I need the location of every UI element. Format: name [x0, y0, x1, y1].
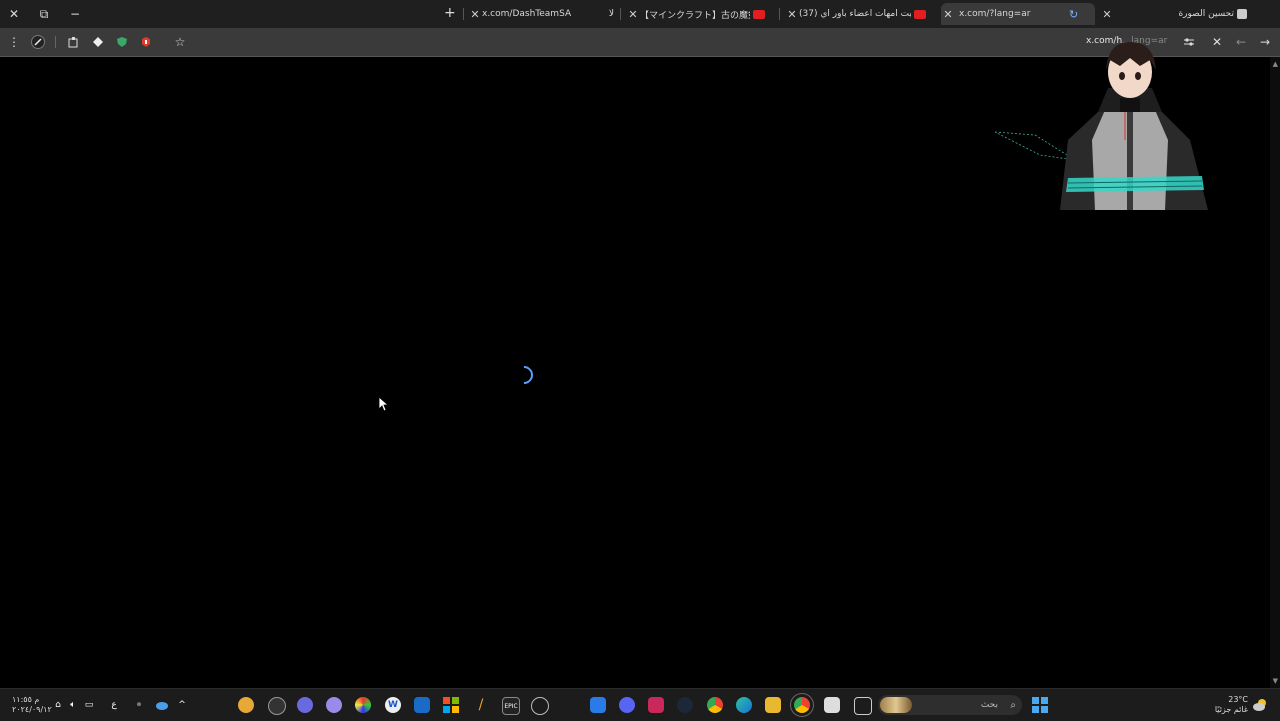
youtube-icon [914, 9, 926, 19]
extensions-icon[interactable] [66, 34, 82, 50]
epic-games-icon[interactable]: EPIC [502, 697, 520, 715]
obs-icon[interactable] [268, 697, 286, 715]
tab-label: x.com/?lang=ar [959, 9, 1031, 19]
onedrive-icon[interactable] [153, 697, 169, 713]
volume-icon[interactable]: 🔈︎ [65, 697, 81, 713]
page-scrollbar[interactable] [1270, 57, 1280, 688]
weather-widget[interactable]: 23°C غائم جزئيًا [1212, 695, 1248, 715]
clock[interactable]: م ١١:٥٥ ٢٠٢٤/٠٩/١٢ [12, 695, 52, 715]
vtuber-avatar [994, 42, 1208, 210]
chrome-active-icon[interactable] [790, 693, 814, 717]
shield-extension-icon[interactable] [114, 34, 130, 50]
start-button-icon[interactable] [1032, 697, 1048, 713]
back-arrow-icon[interactable]: ← [1233, 34, 1249, 50]
tab-x-home[interactable]: ✕ x.com/?lang=ar ↻ [941, 3, 1095, 25]
weather-cloud-icon [1252, 697, 1268, 713]
tab-label: تحسين الصورة [1178, 9, 1234, 19]
menu-icon[interactable]: ⋮ [6, 34, 22, 50]
windows-taskbar: م ١١:٥٥ ٢٠٢٤/٠٩/١٢ ⌂ 🔈︎ ▭ ع ⏺ ^ W / EPIC… [0, 688, 1280, 721]
mouse-cursor-icon [378, 396, 388, 412]
window-minimize-icon[interactable]: − [64, 4, 86, 24]
browser-tab-strip: ✕ ⧉ − + ✕ x.com/DashTeamSA لا ✕ 【マインクラフト… [0, 0, 1280, 28]
input-language[interactable]: ع [106, 697, 122, 713]
store-icon[interactable] [824, 697, 840, 713]
microphone-icon[interactable]: ⏺ [131, 697, 147, 713]
window-restore-icon[interactable]: ⧉ [33, 4, 55, 24]
toolbar-separator [55, 36, 56, 48]
tab-minecraft-video[interactable]: ✕ 【マインクラフト】古の魔剣の作り方 [626, 3, 776, 25]
app-icon[interactable] [355, 697, 371, 713]
taskbar-search[interactable]: بحث ⌕ [878, 695, 1022, 715]
clock-time: م ١١:٥٥ [12, 695, 40, 704]
steam-icon[interactable] [677, 697, 693, 713]
tab-dashteamsa[interactable]: ✕ x.com/DashTeamSA لا [468, 3, 618, 25]
edge-icon[interactable] [736, 697, 752, 713]
stop-loading-icon[interactable]: ✕ [1209, 34, 1225, 50]
new-tab-button[interactable]: + [444, 5, 456, 21]
tab-label: x.com/DashTeamSA [482, 9, 572, 19]
tab-separator [779, 8, 780, 20]
chrome-icon[interactable] [707, 697, 723, 713]
network-icon[interactable]: ⌂ [50, 697, 66, 713]
app-w-icon[interactable]: W [385, 697, 401, 713]
profile-avatar-icon[interactable] [30, 34, 46, 50]
tab-close-icon[interactable]: ✕ [785, 8, 799, 21]
tab-label: 【マインクラフト】古の魔剣の作り方 [640, 10, 750, 21]
youtube-icon [753, 9, 765, 19]
window-close-icon[interactable]: ✕ [3, 4, 25, 24]
clock-date: ٢٠٢٤/٠٩/١٢ [12, 705, 52, 714]
microsoft-store-icon[interactable] [443, 697, 459, 713]
scroll-up-icon[interactable]: ▲ [1273, 60, 1278, 68]
search-label: بحث [980, 700, 998, 710]
tab-close-icon[interactable]: ✕ [941, 8, 955, 21]
tray-overflow-icon[interactable]: ^ [174, 697, 190, 713]
tab-close-icon[interactable]: ✕ [468, 8, 482, 21]
search-icon: ⌕ [1010, 699, 1016, 711]
battery-icon[interactable]: ▭ [81, 697, 97, 713]
discord-icon[interactable] [619, 697, 635, 713]
tab-label: (37) أهديت امهات اعضاء باور اي [799, 9, 911, 19]
bookmark-star-icon[interactable]: ☆ [172, 34, 188, 50]
tab-close-icon[interactable]: ✕ [626, 8, 640, 21]
app-icon[interactable] [648, 697, 664, 713]
forward-arrow-icon[interactable]: → [1257, 34, 1273, 50]
scroll-down-icon[interactable]: ▼ [1273, 677, 1278, 685]
mail-icon[interactable] [590, 697, 606, 713]
tab-image-enhance[interactable]: ✕ تحسين الصورة [1100, 3, 1252, 25]
task-view-icon[interactable] [854, 697, 872, 715]
adblock-extension-icon[interactable] [138, 34, 154, 50]
app-icon[interactable] [531, 697, 549, 715]
app-icon[interactable]: / [473, 697, 489, 713]
tab-youtube-gift[interactable]: ✕ (37) أهديت امهات اعضاء باور اي [785, 3, 935, 25]
file-explorer-icon[interactable] [765, 697, 781, 713]
app-icon[interactable] [414, 697, 430, 713]
app-icon[interactable] [238, 697, 254, 713]
page-icon [1237, 9, 1247, 19]
search-highlight-thumbnail [880, 697, 912, 713]
app-icon[interactable] [326, 697, 342, 713]
tab-close-icon[interactable]: ✕ [1100, 8, 1114, 21]
tab-separator [463, 8, 464, 20]
extension-diamond-icon[interactable] [90, 34, 106, 50]
weather-temp: 23°C [1228, 695, 1248, 704]
tab-label-extra: لا [608, 9, 614, 19]
loading-icon: ↻ [1069, 7, 1079, 21]
tab-separator [620, 8, 621, 20]
weather-desc: غائم جزئيًا [1214, 705, 1248, 714]
app-icon[interactable] [297, 697, 313, 713]
